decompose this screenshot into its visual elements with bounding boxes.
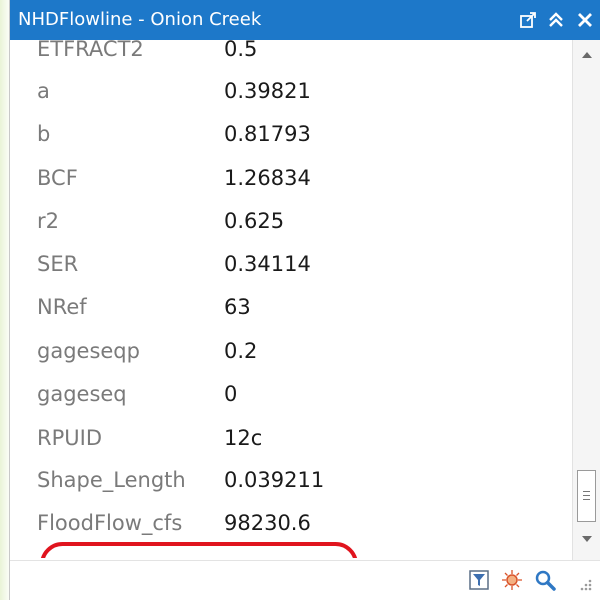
close-icon[interactable] <box>573 8 597 32</box>
popup-titlebar: NHDFlowline - Onion Creek <box>10 0 600 40</box>
attribute-field: RPUID <box>37 426 102 450</box>
attribute-value: 0.625 <box>224 209 285 233</box>
scroll-thumb[interactable] <box>577 470 596 522</box>
attribute-field: SER <box>37 252 79 276</box>
highlight-ellipse <box>40 542 358 558</box>
grip-line <box>583 499 590 500</box>
scroll-down-icon[interactable] <box>582 536 592 542</box>
zoom-to-icon[interactable] <box>534 569 556 591</box>
attribute-field: a <box>37 79 50 103</box>
attribute-field: gageseq <box>37 382 127 406</box>
collapse-icon[interactable] <box>544 8 568 32</box>
pop-out-icon[interactable] <box>516 8 540 32</box>
attribute-field: r2 <box>37 209 59 233</box>
attribute-row: gageseq 0 <box>10 382 572 412</box>
attribute-row: NRef 63 <box>10 295 572 325</box>
attribute-row: RPUID 12c <box>10 426 572 456</box>
attribute-row: BCF 1.26834 <box>10 166 572 196</box>
attribute-value: 0 <box>224 382 238 406</box>
attribute-row: b 0.81793 <box>10 122 572 152</box>
attribute-field: NRef <box>37 295 87 319</box>
attribute-value: 0.81793 <box>224 122 311 146</box>
attribute-value: 12c <box>224 426 263 450</box>
attribute-row: r2 0.625 <box>10 209 572 239</box>
grip-line <box>583 491 590 492</box>
resize-grip-icon[interactable] <box>576 575 598 597</box>
attribute-value: 0.39821 <box>224 79 311 103</box>
attribute-row: FloodFlow_cfs 98230.6 <box>10 511 572 541</box>
map-edge <box>0 0 9 600</box>
attribute-field: ETFRACT2 <box>37 40 144 61</box>
attribute-value: 98230.6 <box>224 511 311 535</box>
attribute-list[interactable]: ETFRACT2 0.5 a 0.39821 b 0.81793 BCF 1.2… <box>10 40 572 558</box>
attribute-row: gageseqp 0.2 <box>10 339 572 369</box>
attribute-value: 63 <box>224 295 251 319</box>
attribute-value: 1.26834 <box>224 166 311 190</box>
pan-to-icon[interactable] <box>501 569 523 591</box>
vertical-scrollbar[interactable] <box>572 40 600 560</box>
attribute-value: 0.34114 <box>224 252 311 276</box>
attribute-field: BCF <box>37 166 78 190</box>
attribute-row: ETFRACT2 0.5 <box>10 40 572 67</box>
grip-line <box>583 495 590 496</box>
attribute-value: 0.2 <box>224 339 258 363</box>
popup-footer <box>10 560 600 600</box>
popup-panel: NHDFlowline - Onion Creek ETFRACT2 0.5 a… <box>9 0 600 600</box>
scroll-up-icon[interactable] <box>582 52 592 58</box>
attribute-field: Shape_Length <box>37 468 186 492</box>
popup-title: NHDFlowline - Onion Creek <box>18 9 262 30</box>
attribute-row: Shape_Length 0.039211 <box>10 468 572 498</box>
attribute-field: FloodFlow_cfs <box>37 511 183 535</box>
attribute-value: 0.5 <box>224 40 258 61</box>
attribute-row: SER 0.34114 <box>10 252 572 282</box>
filter-icon[interactable] <box>468 569 490 591</box>
attribute-value: 0.039211 <box>224 468 325 492</box>
attribute-field: gageseqp <box>37 339 140 363</box>
attribute-row: a 0.39821 <box>10 79 572 109</box>
attribute-field: b <box>37 122 51 146</box>
